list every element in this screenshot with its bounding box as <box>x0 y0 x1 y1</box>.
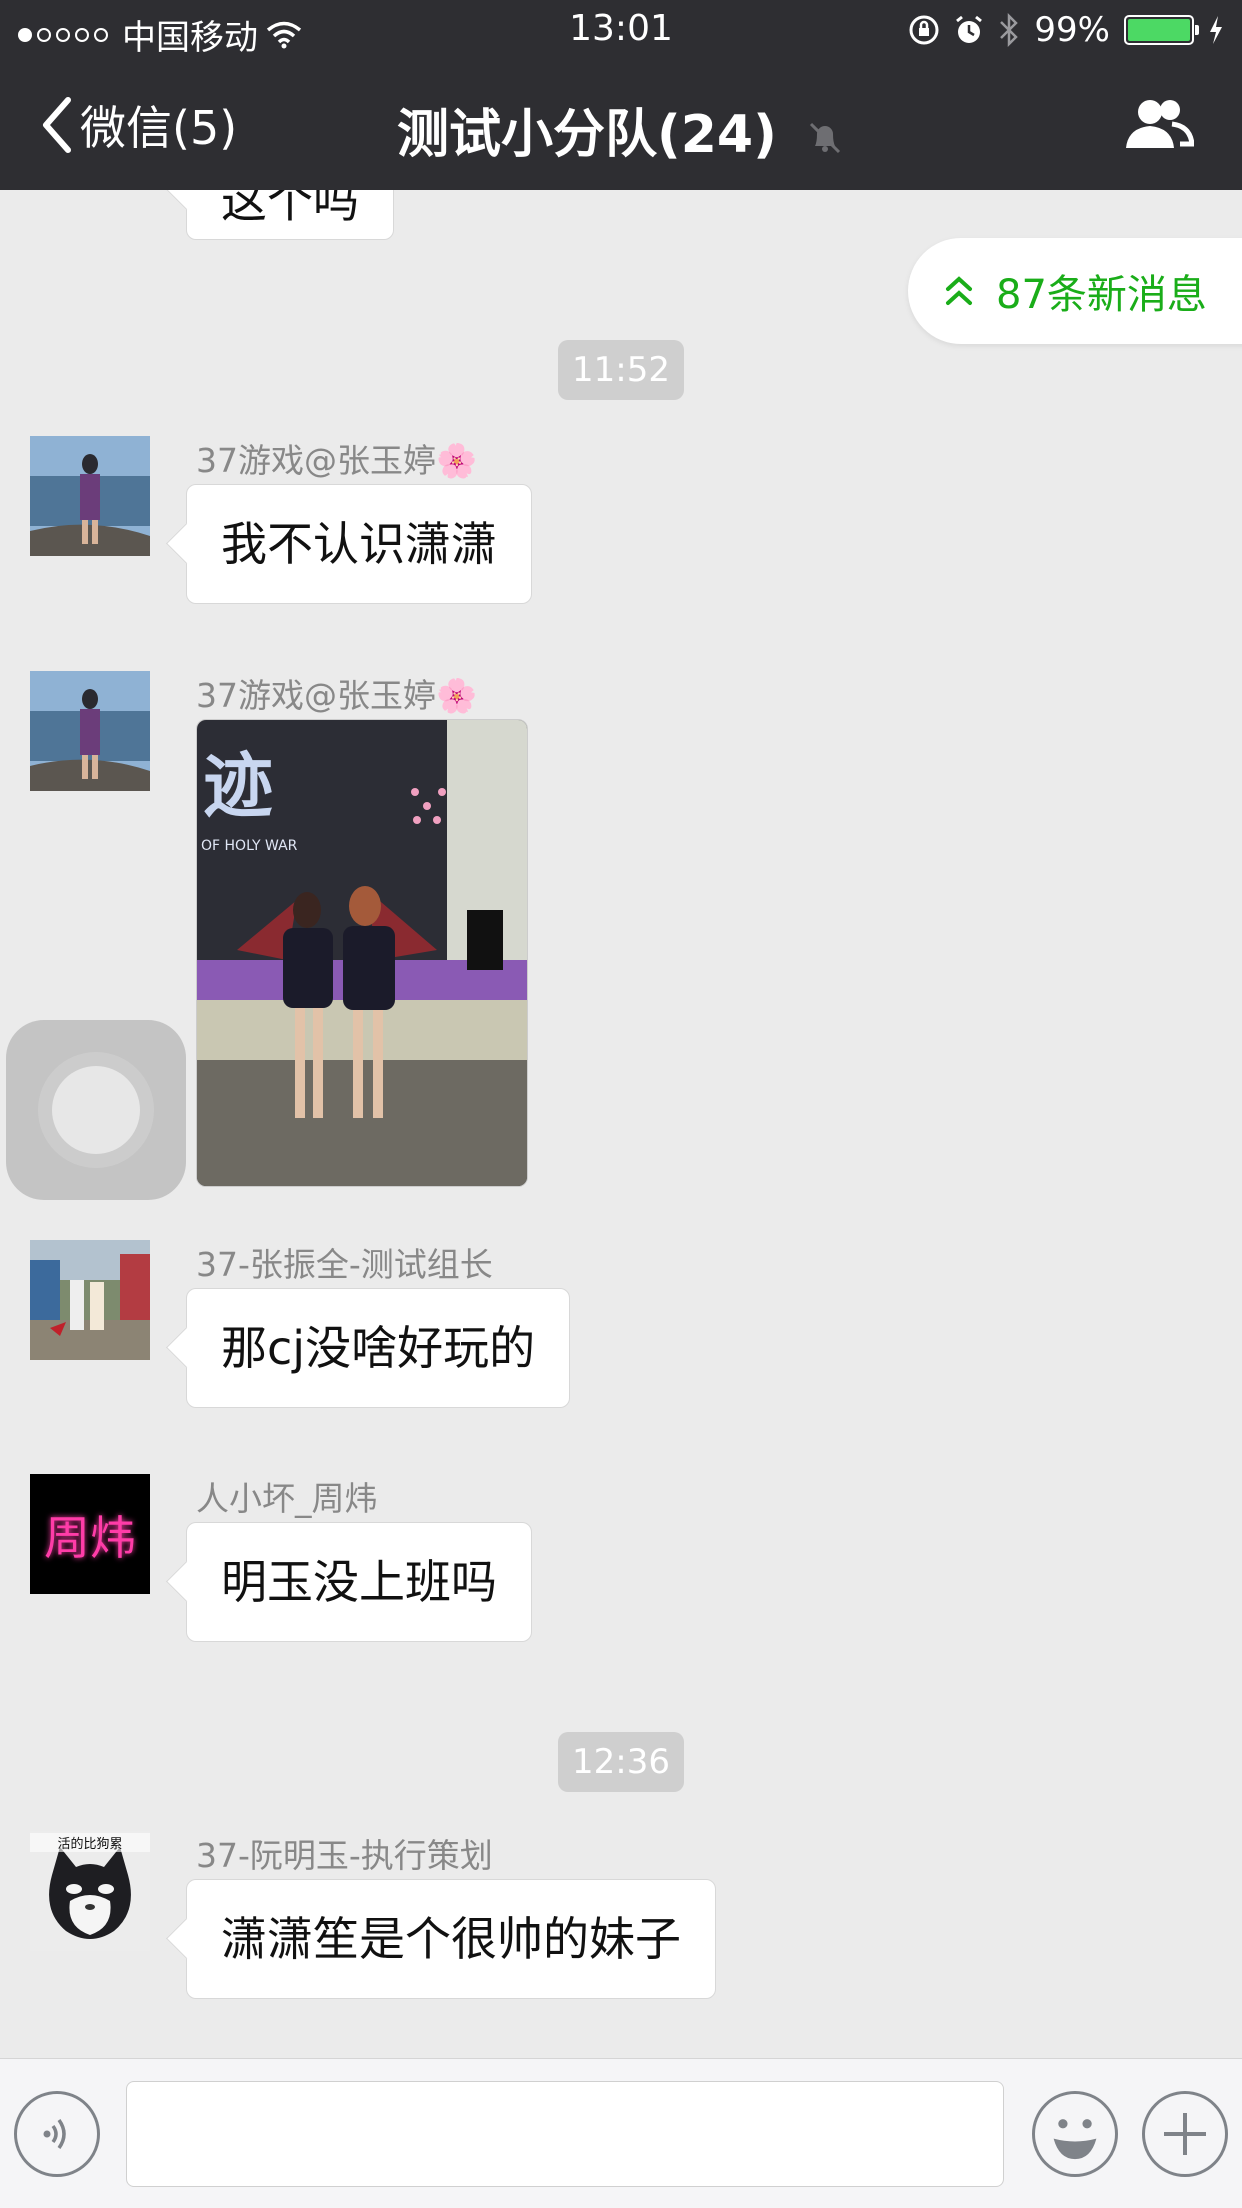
chat-area[interactable]: 这个吗 87条新消息 11:52 37游戏@张玉婷🌸 我不认识潇潇 37游戏@张… <box>0 190 1242 2058</box>
emoji-button[interactable] <box>1032 2091 1118 2177</box>
new-messages-banner[interactable]: 87条新消息 <box>908 238 1242 344</box>
sender-name: 人小坏_周炜 <box>196 1479 378 1518</box>
more-button[interactable] <box>1142 2091 1228 2177</box>
group-members-icon <box>1126 100 1195 148</box>
message-text: 我不认识潇潇 <box>221 517 497 571</box>
assistive-touch-button[interactable] <box>6 1020 186 1200</box>
voice-button[interactable] <box>14 2091 100 2177</box>
avatar-photo <box>30 436 150 556</box>
sender-name: 37-阮明玉-执行策划 <box>196 1836 493 1875</box>
voice-icon <box>43 2118 66 2150</box>
timestamp-label: 11:52 <box>558 340 684 400</box>
message-bubble[interactable]: 潇潇笙是个很帅的妹子 <box>186 1879 716 1999</box>
event-photo: 迹 OF HOLY WAR <box>197 720 527 1186</box>
bluetooth-icon <box>1000 13 1019 47</box>
status-bar: 中国移动 13:01 99% <box>0 0 1242 62</box>
message-text: 那cj没啥好玩的 <box>221 1321 536 1375</box>
chat-title: 测试小分队(24) <box>0 92 1242 167</box>
photo-logo-subtext: OF HOLY WAR <box>201 838 298 854</box>
avatar-caption: 活的比狗累 <box>30 1833 150 1852</box>
message-bubble[interactable]: 明玉没上班吗 <box>186 1522 532 1642</box>
sender-name: 37-张振全-测试组长 <box>196 1245 493 1284</box>
timestamp: 11:52 <box>0 340 1242 400</box>
avatar-photo <box>30 671 150 791</box>
sender-name: 37游戏@张玉婷🌸 <box>196 441 478 480</box>
avatar-photo <box>30 1240 150 1360</box>
charging-icon <box>1210 16 1222 44</box>
chat-title-text: 测试小分队(24) <box>396 105 777 165</box>
status-right: 99% <box>908 10 1224 50</box>
plus-icon <box>1164 2113 1206 2155</box>
group-members-button[interactable] <box>1122 96 1195 160</box>
message-input[interactable] <box>126 2081 1004 2187</box>
sender-name: 37游戏@张玉婷🌸 <box>196 676 478 715</box>
message-bubble[interactable]: 这个吗 <box>186 190 394 240</box>
avatar[interactable] <box>30 436 150 556</box>
double-chevron-up-icon <box>946 276 972 305</box>
image-message[interactable]: 迹 OF HOLY WAR <box>196 719 528 1187</box>
new-messages-label: 87条新消息 <box>996 272 1207 318</box>
message-bubble[interactable]: 我不认识潇潇 <box>186 484 532 604</box>
avatar-neon-text: 周炜 <box>44 1511 136 1565</box>
photo-logo-text: 迹 <box>203 744 273 827</box>
avatar[interactable] <box>30 1240 150 1360</box>
timestamp: 12:36 <box>0 1732 1242 1792</box>
avatar[interactable]: 周炜 <box>30 1474 150 1594</box>
input-bar <box>0 2058 1242 2208</box>
message-text: 明玉没上班吗 <box>221 1555 497 1609</box>
battery-icon <box>1124 15 1199 45</box>
message-text: 这个吗 <box>221 190 359 228</box>
avatar[interactable]: 活的比狗累 <box>30 1831 150 1951</box>
emoji-icon <box>1053 2119 1097 2160</box>
message-bubble[interactable]: 那cj没啥好玩的 <box>186 1288 571 1408</box>
mute-bell-icon <box>809 122 841 154</box>
alarm-icon <box>956 15 983 43</box>
rotation-lock-icon <box>909 15 939 45</box>
message-text: 潇潇笙是个很帅的妹子 <box>221 1912 681 1966</box>
avatar[interactable] <box>30 671 150 791</box>
timestamp-label: 12:36 <box>558 1732 684 1792</box>
nav-bar: 微信(5) 测试小分队(24) <box>0 62 1242 190</box>
battery-percent: 99% <box>1034 10 1110 50</box>
